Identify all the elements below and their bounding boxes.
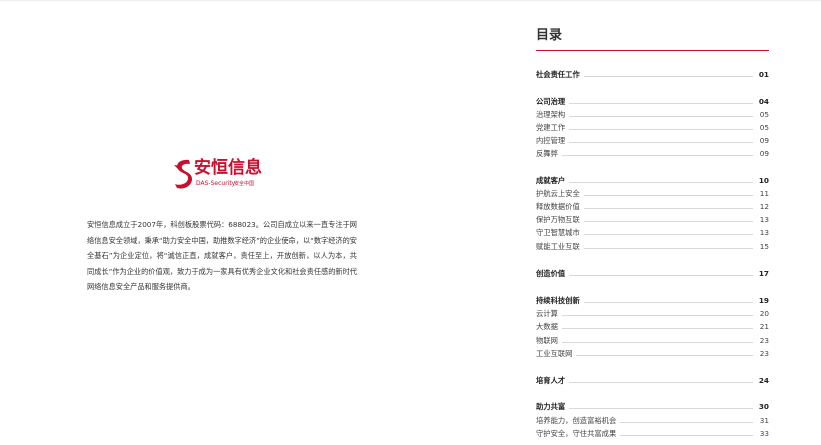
toc-entry-page: 13 — [759, 228, 769, 237]
toc-entry-label: 工业互联网 — [536, 349, 573, 358]
toc-entry-label: 保护万物互联 — [536, 215, 580, 224]
toc-entry[interactable]: 释放数据价值 12 — [536, 200, 769, 213]
toc-entry[interactable]: 反舞弊 09 — [536, 147, 769, 160]
logo-brand-en: DAS-Security — [196, 180, 236, 187]
toc-entry-label: 治理架构 — [536, 110, 566, 119]
toc-entry-page: 24 — [758, 376, 769, 385]
company-logo: 安恒信息 DAS-Security 安全中国 — [172, 157, 262, 191]
toc-leader-line — [583, 301, 753, 303]
toc-leader-line — [583, 75, 753, 77]
toc-entry[interactable]: 治理架构 05 — [536, 108, 769, 121]
toc-entry[interactable]: 物联网 23 — [536, 334, 769, 347]
toc-leader-line — [583, 194, 753, 196]
toc-entry-page: 23 — [759, 349, 769, 358]
toc-entry-page: 21 — [759, 322, 769, 331]
toc-entry-page: 11 — [759, 189, 769, 198]
toc-entry-page: 09 — [759, 136, 769, 145]
toc-leader-line — [561, 314, 753, 316]
toc-entry[interactable]: 公司治理 04 — [536, 95, 769, 108]
company-intro-paragraph: 安恒信息成立于2007年，科创板股票代码：688023。公司自成立以来一直专注于… — [87, 220, 357, 291]
toc-entry-label: 培育人才 — [536, 376, 566, 385]
toc-entry-page: 01 — [758, 70, 769, 79]
toc-entry[interactable]: 党建工作 05 — [536, 121, 769, 134]
toc-leader-line — [569, 407, 753, 409]
toc-entry-page: 31 — [759, 416, 769, 425]
toc-leader-line — [569, 102, 753, 104]
toc-entry-page: 23 — [759, 336, 769, 345]
toc-entry[interactable]: 守护安全，守住共富成果 33 — [536, 427, 769, 440]
toc-entry-label: 公司治理 — [536, 97, 566, 106]
toc-entry-label: 成就客户 — [536, 176, 566, 185]
toc-entry-page: 20 — [759, 309, 769, 318]
toc-title: 目录 — [536, 28, 563, 43]
toc-leader-line — [620, 421, 753, 423]
toc-entry-page: 04 — [758, 97, 769, 106]
toc-entry[interactable]: 社会责任工作 01 — [536, 68, 769, 81]
toc-entry-label: 大数据 — [536, 322, 558, 331]
toc-entry-page: 33 — [759, 429, 769, 438]
stylized-s-logo-mark-icon — [174, 159, 192, 189]
logo-brand-cn: 安恒信息 — [194, 158, 262, 178]
toc-leader-line — [583, 247, 753, 249]
toc-entry[interactable]: 持续科技创新 19 — [536, 294, 769, 307]
toc-entry-page: 05 — [759, 110, 769, 119]
toc-leader-line — [569, 141, 753, 143]
toc-entry-label: 护航云上安全 — [536, 189, 580, 198]
toc-leader-line — [569, 115, 753, 117]
toc-entry-label: 守卫智慧城市 — [536, 228, 580, 237]
page-top-rule — [0, 0, 821, 1]
toc-entry[interactable]: 护航云上安全 11 — [536, 187, 769, 200]
toc-entry[interactable]: 成就客户 10 — [536, 174, 769, 187]
logo-brand-tag: 安全中国 — [234, 181, 255, 187]
toc-entry[interactable]: 云计算 20 — [536, 307, 769, 320]
toc-entry-label: 物联网 — [536, 336, 558, 345]
toc-entry[interactable]: 创造价值 17 — [536, 267, 769, 280]
toc-entry-label: 反舞弊 — [536, 149, 558, 158]
toc-entry[interactable]: 培养能力，创造富裕机会 31 — [536, 414, 769, 427]
toc-entry[interactable]: 赋能工业互联 15 — [536, 240, 769, 253]
toc-leader-line — [620, 434, 753, 436]
toc-entry-label: 培养能力，创造富裕机会 — [536, 416, 617, 425]
toc-entry[interactable]: 大数据 21 — [536, 320, 769, 333]
toc-entry[interactable]: 守卫智慧城市 13 — [536, 226, 769, 239]
toc-leader-line — [561, 154, 753, 156]
toc-entry[interactable]: 保护万物互联 13 — [536, 213, 769, 226]
toc-entry-page: 09 — [759, 149, 769, 158]
toc-entry-label: 持续科技创新 — [536, 296, 580, 305]
toc-leader-line — [569, 181, 753, 183]
toc-entry-page: 17 — [758, 269, 769, 278]
toc-leader-line — [569, 274, 753, 276]
toc-entry-page: 10 — [758, 176, 769, 185]
toc-leader-line — [583, 233, 753, 235]
toc-entry-label: 释放数据价值 — [536, 202, 580, 211]
toc-entry-label: 助力共富 — [536, 402, 566, 411]
toc-entry-page: 12 — [759, 202, 769, 211]
toc-leader-line — [561, 327, 753, 329]
toc-entry[interactable]: 培育人才 24 — [536, 374, 769, 387]
toc-entry-page: 05 — [759, 123, 769, 132]
toc-leader-line — [561, 341, 753, 343]
toc-entry-label: 云计算 — [536, 309, 558, 318]
toc-entry[interactable]: 内控管理 09 — [536, 134, 769, 147]
toc-leader-line — [583, 220, 753, 222]
toc-entry-label: 社会责任工作 — [536, 70, 580, 79]
toc-leader-line — [583, 207, 753, 209]
toc-entry[interactable]: 助力共富 30 — [536, 400, 769, 413]
toc-entry-page: 15 — [759, 242, 769, 251]
toc-entry-label: 赋能工业互联 — [536, 242, 580, 251]
toc-entry[interactable]: 工业互联网 23 — [536, 347, 769, 360]
toc-leader-line — [569, 381, 753, 383]
toc-entry-label: 内控管理 — [536, 136, 566, 145]
toc-entry-page: 13 — [759, 215, 769, 224]
toc-title-rule — [536, 50, 769, 51]
toc-entry-page: 19 — [758, 296, 769, 305]
toc-leader-line — [576, 354, 753, 356]
toc-entry-page: 30 — [758, 402, 769, 411]
toc-entry-label: 党建工作 — [536, 123, 566, 132]
toc-leader-line — [569, 128, 753, 130]
toc-entry-label: 守护安全，守住共富成果 — [536, 429, 617, 438]
toc-entry-label: 创造价值 — [536, 269, 566, 278]
